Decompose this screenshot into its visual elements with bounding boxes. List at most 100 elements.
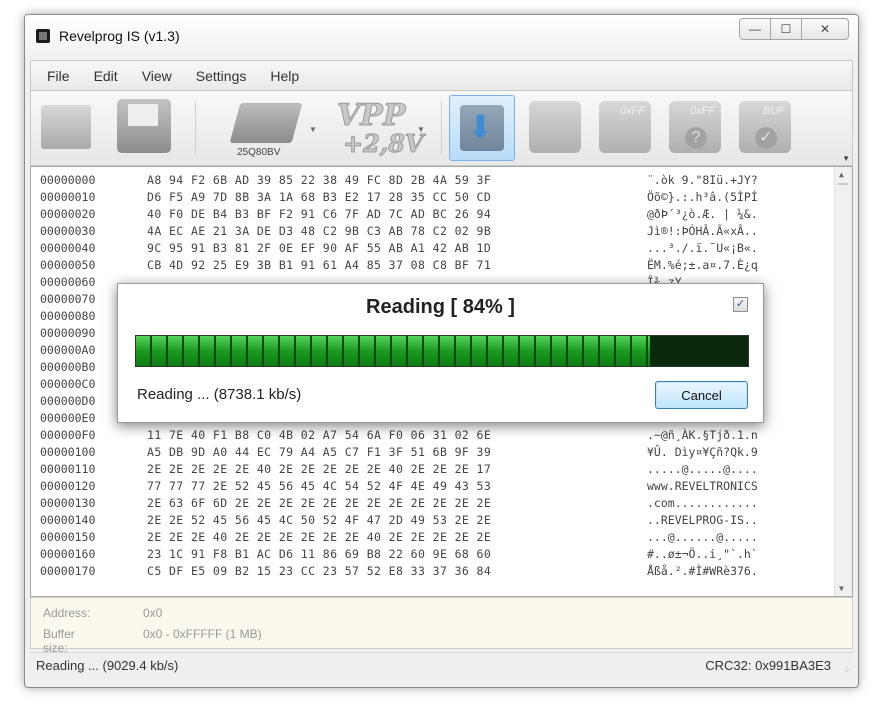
- fill-buffer-button[interactable]: 0xFF: [599, 101, 651, 153]
- blank-check-icon: 0xFF ?: [669, 101, 721, 153]
- hex-address: 00000070: [40, 292, 96, 306]
- hex-ascii[interactable]: ¨.òk 9."8Iü.+JY?: [647, 173, 758, 187]
- hex-bytes[interactable]: 11 7E 40 F1 B8 C0 4B 02 A7 54 6A F0 06 3…: [147, 428, 491, 442]
- question-mark-icon: ?: [685, 127, 707, 149]
- maximize-button[interactable]: ☐: [770, 18, 802, 40]
- hex-address: 00000150: [40, 530, 96, 544]
- hex-bytes[interactable]: 9C 95 91 B3 81 2F 0E EF 90 AF 55 AB A1 4…: [147, 241, 491, 255]
- hex-ascii[interactable]: ¥Û. Dìy¤¥Çñ?Qk.9: [647, 445, 758, 459]
- menu-edit[interactable]: Edit: [94, 68, 118, 84]
- blank-check-button[interactable]: 0xFF ?: [669, 101, 721, 153]
- window-controls: — ☐ ✕: [739, 18, 849, 40]
- buffer-size-value: 0x0 - 0xFFFFF (1 MB): [143, 627, 262, 641]
- progress-fill: [136, 336, 651, 366]
- open-folder-icon: [41, 105, 91, 149]
- hex-address: 00000170: [40, 564, 96, 578]
- hex-ascii[interactable]: Jì®!:ÞÓHÂ.Ã«xÂ..: [647, 224, 758, 238]
- window-title: Revelprog IS (v1.3): [59, 28, 180, 44]
- hex-ascii[interactable]: @ðÞ´³¿ò.Æ. | ¼&.: [647, 207, 758, 221]
- hex-ascii[interactable]: #..ø±¬Ö..i¸"`.h`: [647, 547, 758, 561]
- chip-label: 25Q80BV: [237, 147, 281, 158]
- hex-address: 000000A0: [40, 343, 96, 357]
- toolbar: ▼ 25Q80BV VPP +2,8V ▼ 0xFF 0xFF ?: [30, 91, 853, 166]
- hex-ascii[interactable]: Öõ©}.:.h³â.(5ÌPÍ: [647, 190, 758, 204]
- menu-bar: File Edit View Settings Help: [30, 60, 853, 91]
- verify-buffer-button[interactable]: BUF ✓: [739, 101, 791, 153]
- vpp-voltage-value: +2,8V: [342, 129, 424, 158]
- hex-bytes[interactable]: 2E 2E 2E 2E 2E 40 2E 2E 2E 2E 2E 40 2E 2…: [147, 462, 491, 476]
- save-floppy-icon: [117, 99, 171, 153]
- hex-ascii[interactable]: Åßå.².#Ì#WRè376.: [647, 564, 758, 578]
- hex-address: 00000110: [40, 462, 96, 476]
- address-value: 0x0: [143, 606, 163, 620]
- hex-ascii[interactable]: ..REVELPROG-IS..: [647, 513, 758, 527]
- check-mark-icon: ✓: [755, 127, 777, 149]
- menu-file[interactable]: File: [47, 68, 70, 84]
- status-bar: Reading ... (9029.4 kb/s) CRC32: 0x991BA…: [30, 652, 853, 679]
- buffer-size-label: Buffer size:: [43, 627, 75, 655]
- dialog-status-text: Reading ... (8738.1 kb/s): [137, 386, 302, 403]
- hex-address: 00000000: [40, 173, 96, 187]
- hex-address: 00000030: [40, 224, 96, 238]
- write-chip-icon: [529, 101, 581, 153]
- hex-bytes[interactable]: A5 DB 9D A0 44 EC 79 A4 A5 C7 F1 3F 51 6…: [147, 445, 491, 459]
- hex-address: 00000050: [40, 258, 96, 272]
- hex-ascii[interactable]: .com............: [647, 496, 758, 510]
- toolbar-separator: [441, 101, 442, 155]
- write-chip-button[interactable]: [529, 101, 581, 153]
- buffer-label: BUF: [763, 105, 785, 117]
- minimize-button[interactable]: —: [739, 18, 771, 40]
- hex-bytes[interactable]: 77 77 77 2E 52 45 56 45 4C 54 52 4F 4E 4…: [147, 479, 491, 493]
- hex-bytes[interactable]: 4A EC AE 21 3A DE D3 48 C2 9B C3 AB 78 C…: [147, 224, 491, 238]
- hex-bytes[interactable]: 2E 2E 2E 40 2E 2E 2E 2E 2E 2E 40 2E 2E 2…: [147, 530, 491, 544]
- chip-dropdown-icon: ▼: [309, 125, 317, 134]
- hex-ascii[interactable]: .~@ñ¸ÀK.§Tjð.1.n: [647, 428, 758, 442]
- hex-ascii[interactable]: .....@.....@....: [647, 462, 758, 476]
- scroll-thumb[interactable]: [838, 183, 848, 185]
- hex-address: 00000010: [40, 190, 96, 204]
- hex-address: 000000B0: [40, 360, 96, 374]
- save-file-button[interactable]: [117, 99, 171, 153]
- hex-bytes[interactable]: CB 4D 92 25 E9 3B B1 91 61 A4 85 37 08 C…: [147, 258, 491, 272]
- hex-address: 000000C0: [40, 377, 96, 391]
- vertical-scrollbar[interactable]: ▲ ▼: [834, 167, 852, 596]
- hex-bytes[interactable]: D6 F5 A9 7D 8B 3A 1A 68 B3 E2 17 28 35 C…: [147, 190, 491, 204]
- hex-ascii[interactable]: ...³./.ï.¯U«¡B«.: [647, 241, 758, 255]
- hex-address: 00000160: [40, 547, 96, 561]
- resize-grip-icon[interactable]: ⁘: [843, 665, 850, 676]
- menu-help[interactable]: Help: [270, 68, 299, 84]
- hex-address: 00000060: [40, 275, 96, 289]
- hex-bytes[interactable]: 2E 2E 52 45 56 45 4C 50 52 4F 47 2D 49 5…: [147, 513, 491, 527]
- dialog-checkbox[interactable]: ✓: [733, 297, 748, 312]
- crc32-value: CRC32: 0x991BA3E3: [705, 658, 831, 673]
- app-icon: [36, 29, 50, 43]
- hex-bytes[interactable]: A8 94 F2 6B AD 39 85 22 38 49 FC 8D 2B 4…: [147, 173, 491, 187]
- hex-ascii[interactable]: ...@......@.....: [647, 530, 758, 544]
- hex-ascii[interactable]: www.REVELTRONICS: [647, 479, 758, 493]
- close-button[interactable]: ✕: [801, 18, 849, 40]
- title-bar: Revelprog IS (v1.3) — ☐ ✕: [25, 15, 858, 57]
- menu-settings[interactable]: Settings: [196, 68, 247, 84]
- info-panel: Address: 0x0 Buffer size: 0x0 - 0xFFFFF …: [30, 597, 853, 655]
- hex-address: 00000040: [40, 241, 96, 255]
- hex-bytes[interactable]: C5 DF E5 09 B2 15 23 CC 23 57 52 E8 33 3…: [147, 564, 491, 578]
- read-chip-button[interactable]: [449, 95, 515, 161]
- toolbar-overflow-icon[interactable]: ▼: [842, 154, 850, 163]
- hex-address: 00000140: [40, 513, 96, 527]
- vpp-select-button[interactable]: VPP +2,8V ▼: [331, 98, 431, 161]
- scroll-down-icon[interactable]: ▼: [839, 584, 844, 593]
- chip-select-button[interactable]: ▼ 25Q80BV: [219, 103, 329, 163]
- hex-bytes[interactable]: 23 1C 91 F8 B1 AC D6 11 86 69 B8 22 60 9…: [147, 547, 491, 561]
- dialog-title: Reading [ 84% ]: [366, 296, 515, 318]
- hex-bytes[interactable]: 2E 63 6F 6D 2E 2E 2E 2E 2E 2E 2E 2E 2E 2…: [147, 496, 491, 510]
- read-button-frame: [449, 95, 515, 161]
- hex-ascii[interactable]: ËM.%é;±.a¤.7.È¿q: [647, 258, 758, 272]
- cancel-button[interactable]: Cancel: [655, 381, 748, 409]
- menu-view[interactable]: View: [142, 68, 172, 84]
- hex-address: 000000E0: [40, 411, 96, 425]
- progress-bar: [135, 335, 749, 367]
- vpp-voltage-icon: VPP: [336, 98, 406, 133]
- open-file-button[interactable]: [41, 105, 91, 149]
- hex-bytes[interactable]: 40 F0 DE B4 B3 BF F2 91 C6 7F AD 7C AD B…: [147, 207, 491, 221]
- scroll-up-icon[interactable]: ▲: [839, 170, 844, 179]
